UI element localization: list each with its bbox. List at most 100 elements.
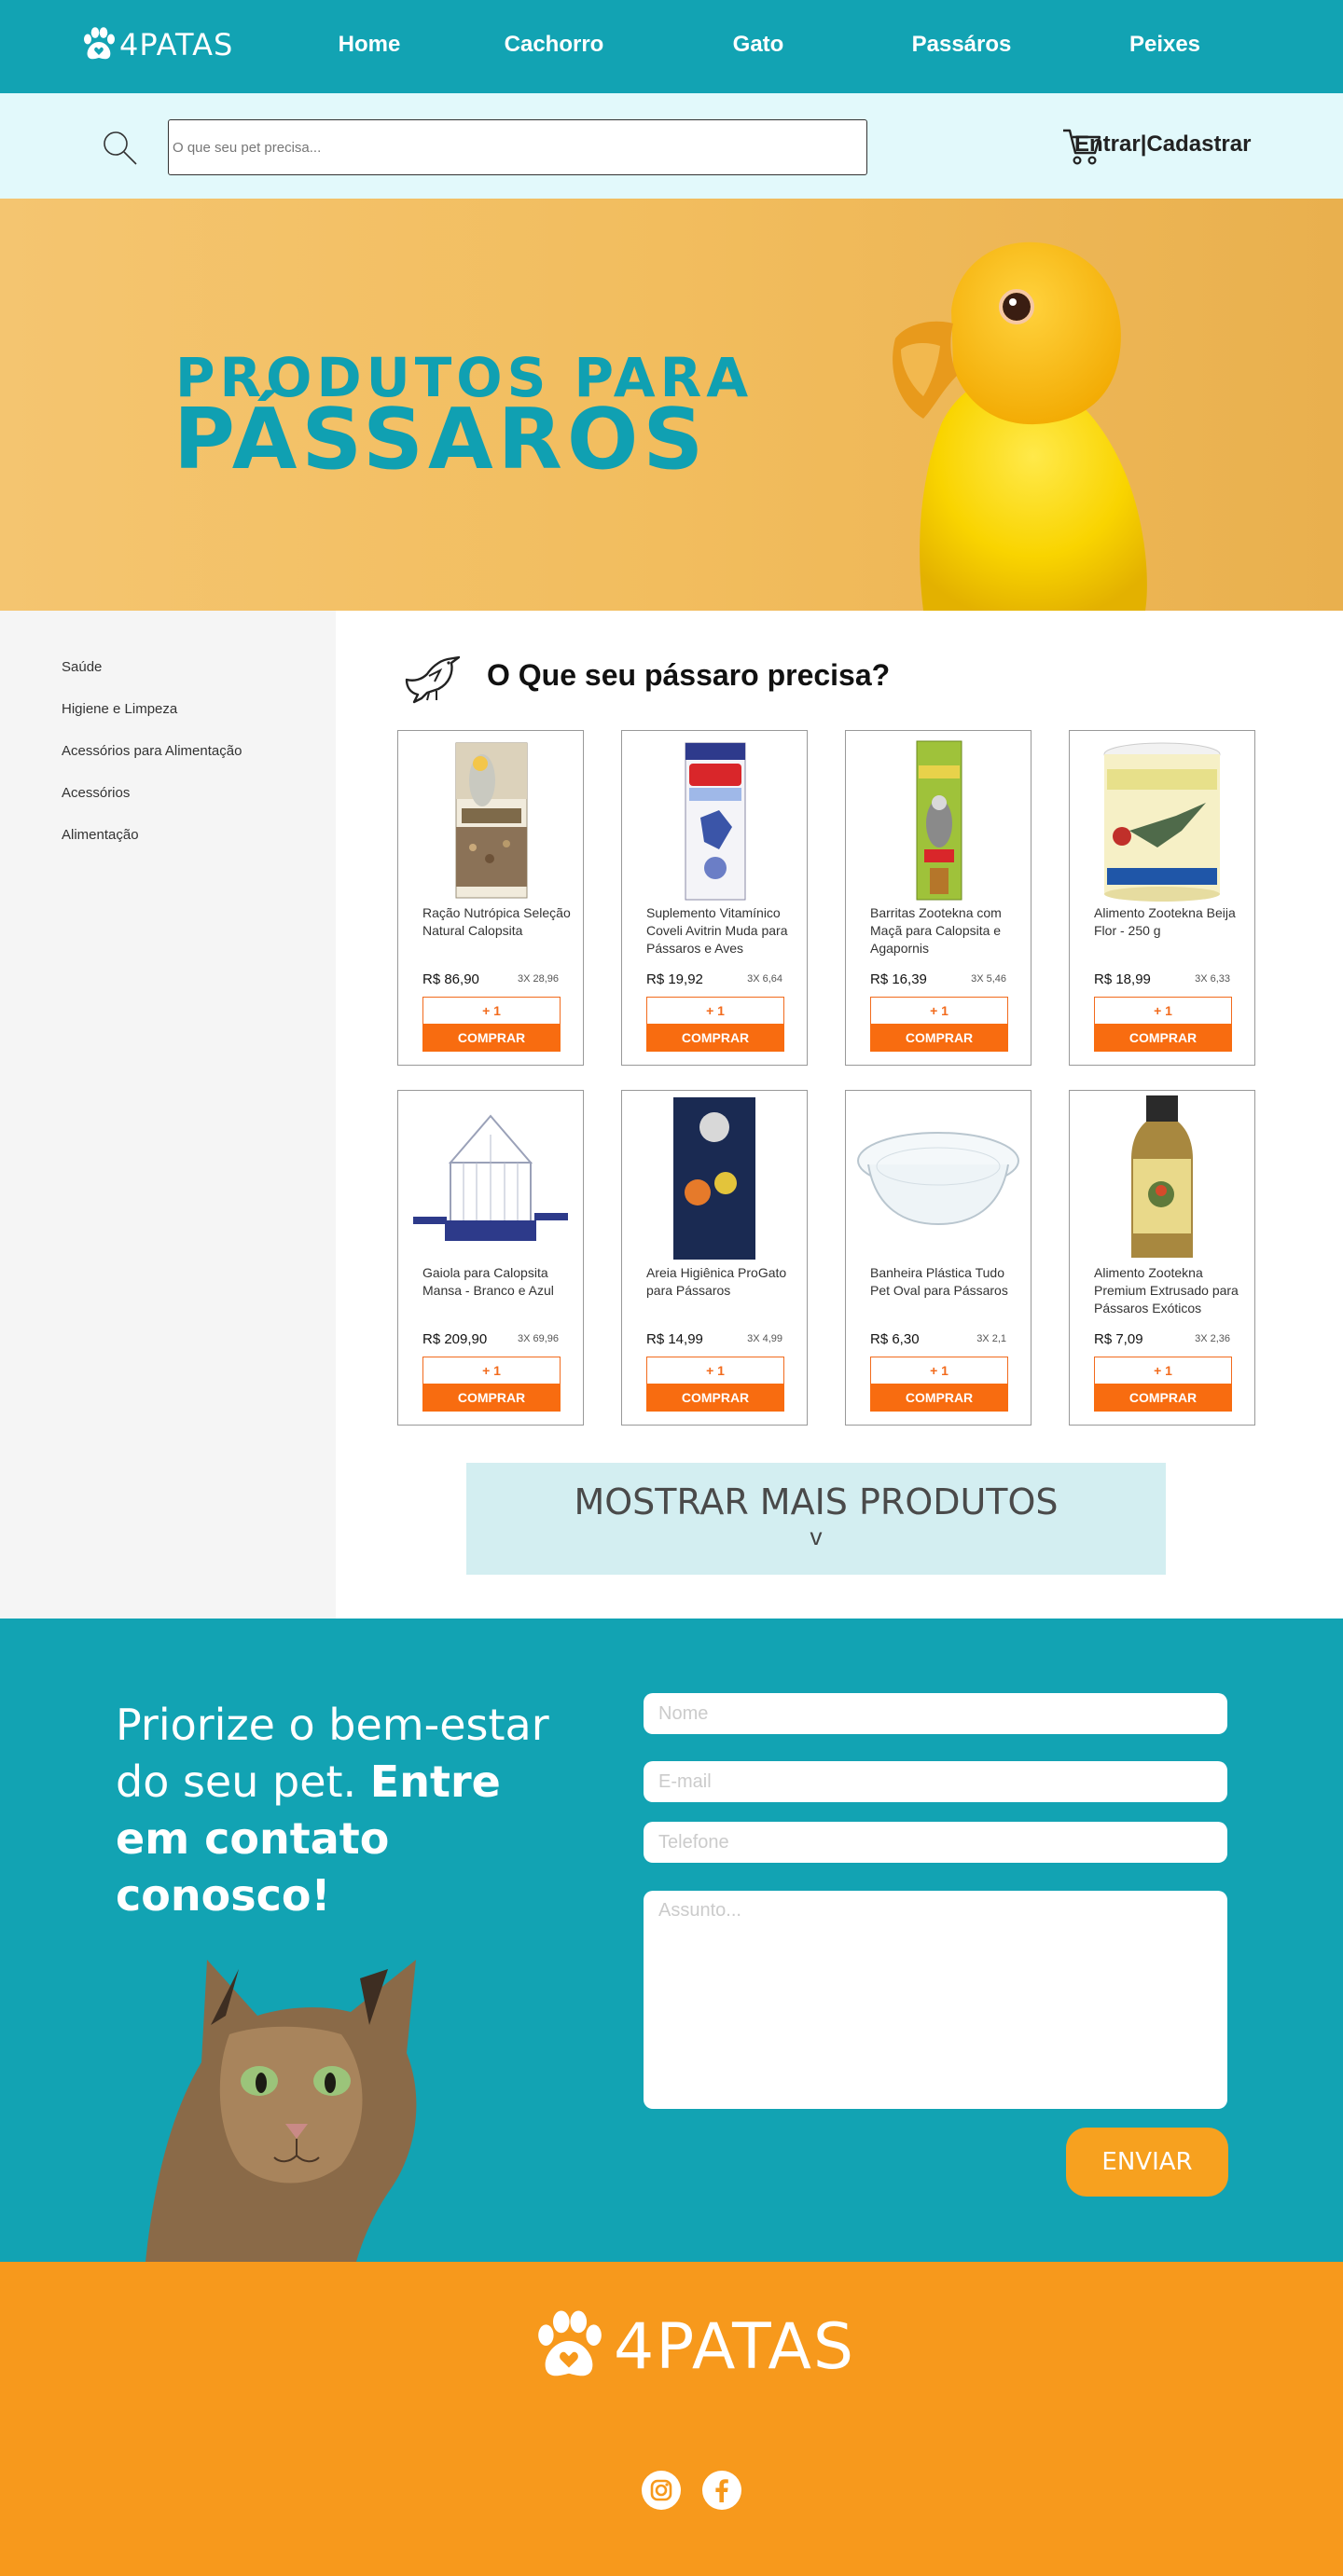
search-bar: Entrar|Cadastrar [0, 93, 1343, 199]
footer-brand-name: 4PATAS [614, 2309, 856, 2384]
buy-button[interactable]: COMPRAR [870, 1024, 1008, 1052]
nav-home[interactable]: Home [339, 32, 401, 58]
chevron-down-icon: v [810, 1522, 823, 1550]
nav-cachorro[interactable]: Cachorro [505, 32, 604, 58]
feed-box-image[interactable] [398, 733, 583, 906]
send-button[interactable]: ENVIAR [1066, 2128, 1228, 2197]
category-sidebar: Saúde Higiene e Limpeza Acessórios para … [0, 611, 336, 1619]
product-price: R$ 19,92 [646, 971, 703, 987]
nav-peixes[interactable]: Peixes [1129, 32, 1200, 58]
buy-button[interactable]: COMPRAR [646, 1384, 784, 1412]
product-card[interactable]: Banheira Plástica Tudo Pet Oval para Pás… [845, 1090, 1031, 1426]
product-installment: 3X 2,36 [1195, 1333, 1230, 1344]
login-link[interactable]: Entrar [1074, 131, 1141, 157]
supplement-box-image[interactable] [622, 733, 807, 906]
exotic-food-jar-image[interactable] [1070, 1093, 1254, 1266]
search-icon[interactable] [101, 129, 138, 166]
auth-links: Entrar|Cadastrar [1074, 131, 1251, 158]
product-name: Suplemento Vitamínico Coveli Avitrin Mud… [646, 905, 788, 956]
add-one-button[interactable]: + 1 [1094, 1357, 1232, 1384]
contact-headline: Priorize o bem-estar do seu pet. Entre e… [116, 1697, 563, 1924]
sand-bag-image[interactable] [622, 1093, 807, 1266]
product-installment: 3X 4,99 [747, 1333, 782, 1344]
sidebar-item-acessorios-alimentacao[interactable]: Acessórios para Alimentação [62, 730, 336, 772]
main-menu: Home Cachorro Gato Passáros Peixes [0, 0, 1343, 93]
product-content: O Que seu pássaro precisa? Ração Nutrópi… [336, 611, 1343, 1619]
nav-gato[interactable]: Gato [733, 32, 784, 58]
add-one-button[interactable]: + 1 [422, 1357, 561, 1384]
product-section: Saúde Higiene e Limpeza Acessórios para … [0, 611, 1343, 1619]
buy-button[interactable]: COMPRAR [1094, 1024, 1232, 1052]
section-header: O Que seu pássaro precisa? [401, 646, 890, 704]
show-more-label: MOSTRAR MAIS PRODUTOS [574, 1481, 1059, 1522]
product-card[interactable]: Alimento Zootekna Beija Flor - 250 g R$ … [1069, 730, 1255, 1066]
product-card[interactable]: Areia Higiênica ProGato para Pássaros R$… [621, 1090, 808, 1426]
sidebar-item-higiene[interactable]: Higiene e Limpeza [62, 688, 336, 730]
section-title: O Que seu pássaro precisa? [487, 657, 891, 692]
sidebar-item-alimentacao[interactable]: Alimentação [62, 814, 336, 856]
product-price: R$ 86,90 [422, 971, 479, 987]
product-price: R$ 6,30 [870, 1331, 920, 1347]
product-card[interactable]: Alimento Zootekna Premium Extrusado para… [1069, 1090, 1255, 1426]
buy-button[interactable]: COMPRAR [646, 1024, 784, 1052]
product-card[interactable]: Barritas Zootekna com Maçã para Calopsit… [845, 730, 1031, 1066]
product-price: R$ 18,99 [1094, 971, 1151, 987]
product-installment: 3X 6,33 [1195, 973, 1230, 985]
paw-icon [538, 2310, 602, 2376]
sidebar-item-saude[interactable]: Saúde [62, 646, 336, 688]
cat-image [145, 1960, 417, 2262]
hero-title-line2: PÁSSAROS [173, 391, 709, 489]
contact-section: Priorize o bem-estar do seu pet. Entre e… [0, 1619, 1343, 2262]
name-field[interactable] [644, 1693, 1227, 1734]
product-price: R$ 16,39 [870, 971, 927, 987]
hero-banner: PRODUTOS PARA PÁSSAROS [0, 199, 1343, 611]
product-installment: 3X 6,64 [747, 973, 782, 985]
facebook-icon[interactable] [702, 2471, 741, 2510]
product-name: Alimento Zootekna Premium Extrusado para… [1094, 1265, 1239, 1316]
subject-field[interactable] [644, 1891, 1227, 2109]
product-name: Gaiola para Calopsita Mansa - Branco e A… [422, 1265, 554, 1298]
product-name: Barritas Zootekna com Maçã para Calopsit… [870, 905, 1002, 956]
product-card[interactable]: Ração Nutrópica Seleção Natural Calopsit… [397, 730, 584, 1066]
treat-bar-image[interactable] [846, 733, 1031, 906]
add-one-button[interactable]: + 1 [646, 997, 784, 1025]
bath-tub-image[interactable] [846, 1093, 1031, 1266]
buy-button[interactable]: COMPRAR [870, 1384, 1008, 1412]
show-more-button[interactable]: MOSTRAR MAIS PRODUTOS v [466, 1463, 1166, 1575]
phone-field[interactable] [644, 1822, 1227, 1863]
register-link[interactable]: Cadastrar [1146, 131, 1251, 157]
search-input[interactable] [168, 119, 867, 175]
footer: 4PATAS [0, 2262, 1343, 2576]
sidebar-item-acessorios[interactable]: Acessórios [62, 772, 336, 814]
product-installment: 3X 69,96 [517, 1333, 559, 1344]
email-field[interactable] [644, 1761, 1227, 1802]
buy-button[interactable]: COMPRAR [1094, 1384, 1232, 1412]
add-one-button[interactable]: + 1 [1094, 997, 1232, 1025]
product-card[interactable]: Gaiola para Calopsita Mansa - Branco e A… [397, 1090, 584, 1426]
product-name: Ração Nutrópica Seleção Natural Calopsit… [422, 905, 571, 938]
hummingbird-food-image[interactable] [1070, 733, 1254, 906]
parrot-image [893, 241, 1147, 611]
product-name: Alimento Zootekna Beija Flor - 250 g [1094, 905, 1236, 938]
bird-icon [405, 655, 461, 704]
cage-image[interactable] [398, 1093, 583, 1266]
add-one-button[interactable]: + 1 [422, 997, 561, 1025]
product-price: R$ 7,09 [1094, 1331, 1143, 1347]
buy-button[interactable]: COMPRAR [422, 1024, 561, 1052]
product-price: R$ 14,99 [646, 1331, 703, 1347]
product-installment: 3X 2,1 [976, 1333, 1006, 1344]
product-installment: 3X 28,96 [517, 973, 559, 985]
add-one-button[interactable]: + 1 [870, 997, 1008, 1025]
product-grid: Ração Nutrópica Seleção Natural Calopsit… [397, 730, 1255, 1426]
buy-button[interactable]: COMPRAR [422, 1384, 561, 1412]
product-price: R$ 209,90 [422, 1331, 488, 1347]
top-navbar: 4PATAS Home Cachorro Gato Passáros Peixe… [0, 0, 1343, 93]
instagram-icon[interactable] [642, 2471, 681, 2510]
add-one-button[interactable]: + 1 [646, 1357, 784, 1384]
product-card[interactable]: Suplemento Vitamínico Coveli Avitrin Mud… [621, 730, 808, 1066]
add-one-button[interactable]: + 1 [870, 1357, 1008, 1384]
product-name: Banheira Plástica Tudo Pet Oval para Pás… [870, 1265, 1008, 1298]
product-name: Areia Higiênica ProGato para Pássaros [646, 1265, 787, 1298]
nav-passaros[interactable]: Passáros [912, 32, 1012, 58]
footer-logo[interactable]: 4PATAS [528, 2308, 855, 2385]
